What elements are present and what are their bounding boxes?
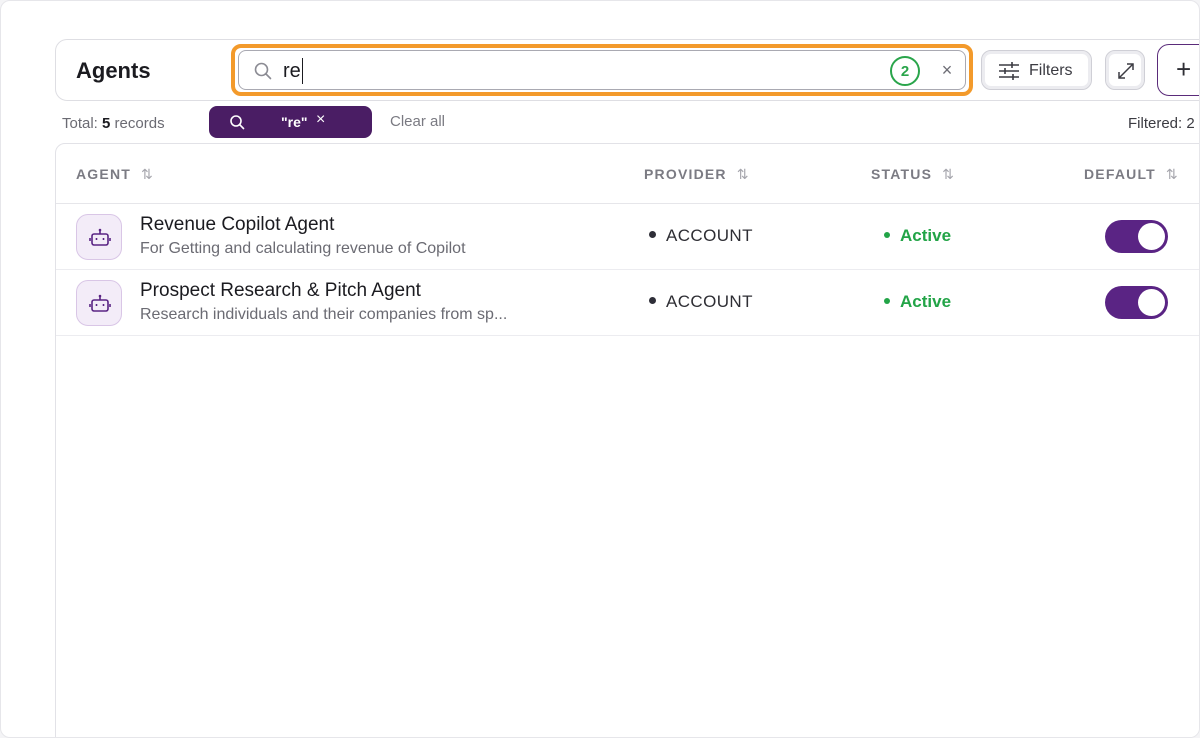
provider-cell: ACCOUNT bbox=[649, 292, 753, 312]
search-value[interactable]: re bbox=[283, 58, 303, 84]
table-header: AGENT ⇅ PROVIDER ⇅ STATUS ⇅ DEFAULT ⇅ bbox=[56, 144, 1199, 204]
search-icon bbox=[254, 62, 272, 80]
total-records: Total: 5 records bbox=[62, 115, 165, 132]
status-cell: Active bbox=[884, 226, 951, 246]
status-label: Active bbox=[900, 226, 952, 245]
column-header-status[interactable]: STATUS ⇅ bbox=[871, 166, 954, 183]
column-label: PROVIDER bbox=[644, 166, 727, 182]
provider-cell: ACCOUNT bbox=[649, 226, 753, 246]
toggle-knob bbox=[1138, 223, 1165, 250]
expand-button[interactable] bbox=[1105, 50, 1145, 90]
sort-icon[interactable]: ⇅ bbox=[141, 166, 153, 182]
search-input[interactable]: re 2 × bbox=[238, 50, 966, 90]
app-frame: Agents re 2 × Filters + Total: 5 records… bbox=[0, 0, 1200, 738]
sort-icon[interactable]: ⇅ bbox=[1166, 166, 1178, 182]
sort-icon[interactable]: ⇅ bbox=[942, 166, 954, 182]
column-header-provider[interactable]: PROVIDER ⇅ bbox=[644, 166, 748, 183]
column-header-agent[interactable]: AGENT ⇅ bbox=[76, 166, 153, 183]
agent-avatar bbox=[76, 280, 122, 326]
sliders-icon bbox=[999, 62, 1019, 80]
robot-icon bbox=[89, 294, 111, 312]
sort-icon[interactable]: ⇅ bbox=[737, 166, 749, 182]
agent-name[interactable]: Revenue Copilot Agent bbox=[140, 214, 334, 236]
expand-icon bbox=[1118, 63, 1134, 79]
provider-dot bbox=[649, 297, 656, 305]
robot-icon bbox=[89, 228, 111, 246]
total-prefix: Total: bbox=[62, 115, 98, 132]
filters-button[interactable]: Filters bbox=[981, 50, 1092, 90]
column-label: AGENT bbox=[76, 166, 131, 182]
column-label: DEFAULT bbox=[1084, 166, 1156, 182]
total-count: 5 bbox=[102, 115, 111, 132]
page-title: Agents bbox=[76, 58, 151, 83]
add-agent-button[interactable]: + bbox=[1157, 44, 1199, 96]
filters-label: Filters bbox=[1029, 62, 1073, 79]
column-header-default[interactable]: DEFAULT ⇅ bbox=[1084, 166, 1178, 183]
search-icon bbox=[230, 115, 245, 130]
active-filter-chip[interactable]: "re" × bbox=[209, 106, 372, 138]
toggle-knob bbox=[1138, 289, 1165, 316]
clear-search-icon[interactable]: × bbox=[936, 59, 958, 81]
agent-avatar bbox=[76, 214, 122, 260]
provider-dot bbox=[649, 231, 656, 239]
agent-name[interactable]: Prospect Research & Pitch Agent bbox=[140, 280, 421, 302]
plus-icon: + bbox=[1176, 54, 1192, 84]
filtered-count: Filtered: 2 bbox=[1128, 115, 1195, 132]
total-suffix: records bbox=[114, 115, 165, 132]
agent-description: For Getting and calculating revenue of C… bbox=[140, 240, 466, 257]
column-label: STATUS bbox=[871, 166, 933, 182]
status-label: Active bbox=[900, 292, 952, 311]
status-cell: Active bbox=[884, 292, 951, 312]
filter-chip-text: "re" bbox=[281, 114, 308, 130]
default-toggle[interactable] bbox=[1105, 286, 1168, 319]
status-dot bbox=[884, 297, 890, 304]
agent-description: Research individuals and their companies… bbox=[140, 306, 508, 323]
provider-label: ACCOUNT bbox=[666, 292, 753, 311]
remove-filter-icon[interactable]: × bbox=[316, 111, 325, 129]
table-row[interactable]: Prospect Research & Pitch Agent Research… bbox=[56, 270, 1199, 336]
clear-all-link[interactable]: Clear all bbox=[390, 113, 445, 130]
agents-table: AGENT ⇅ PROVIDER ⇅ STATUS ⇅ DEFAULT ⇅ Re… bbox=[55, 143, 1199, 737]
provider-label: ACCOUNT bbox=[666, 226, 753, 245]
status-dot bbox=[884, 231, 890, 238]
result-count-badge: 2 bbox=[890, 56, 920, 86]
default-toggle[interactable] bbox=[1105, 220, 1168, 253]
table-row[interactable]: Revenue Copilot Agent For Getting and ca… bbox=[56, 204, 1199, 270]
